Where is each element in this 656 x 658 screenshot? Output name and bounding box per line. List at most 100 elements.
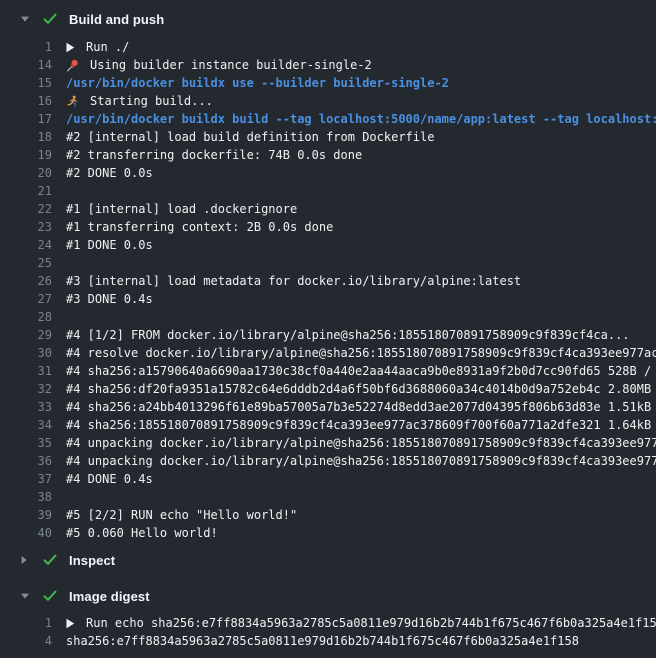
play-icon bbox=[66, 618, 75, 629]
line-number[interactable]: 29 bbox=[0, 328, 52, 342]
line-number[interactable]: 19 bbox=[0, 148, 52, 162]
log-line: 29 #4 [1/2] FROM docker.io/library/alpine… bbox=[0, 326, 656, 344]
log-viewer: Build and push1Run ./14Using builder ins… bbox=[0, 0, 656, 658]
line-number[interactable]: 25 bbox=[0, 256, 52, 270]
log-line: 23 #1 transferring context: 2B 0.0s done bbox=[0, 218, 656, 236]
log-line: 21 bbox=[0, 182, 656, 200]
log-line: 26 #3 [internal] load metadata for docker… bbox=[0, 272, 656, 290]
line-number[interactable]: 16 bbox=[0, 94, 52, 108]
line-text-content: #4 unpacking docker.io/library/alpine@sh… bbox=[66, 436, 656, 450]
line-text: /usr/bin/docker buildx use --builder bui… bbox=[66, 76, 656, 90]
log-line: 18#2 [internal] load build definition fr… bbox=[0, 128, 656, 146]
log-line: 35 #4 unpacking docker.io/library/alpine@… bbox=[0, 434, 656, 452]
section-title: Inspect bbox=[69, 553, 115, 568]
log-line: 19 #2 transferring dockerfile: 74B 0.0s d… bbox=[0, 146, 656, 164]
line-text-content: #4 sha256:df20fa9351a15782c64e6dddb2d4a6… bbox=[66, 382, 656, 396]
line-text: sha256:e7ff8834a5963a2785c5a0811e979d16b… bbox=[66, 634, 656, 648]
log-line: 1 Run ./ bbox=[0, 38, 656, 56]
line-number[interactable]: 1 bbox=[0, 40, 52, 54]
line-text: #4 [1/2] FROM docker.io/library/alpine@s… bbox=[66, 328, 656, 342]
line-number[interactable]: 28 bbox=[0, 310, 52, 324]
line-text-content: #1 transferring context: 2B 0.0s done bbox=[66, 220, 333, 234]
line-text-content: #3 [internal] load metadata for docker.i… bbox=[66, 274, 521, 288]
line-number[interactable]: 17 bbox=[0, 112, 52, 126]
line-text-content: #5 [2/2] RUN echo "Hello world!" bbox=[66, 508, 297, 522]
line-number[interactable]: 39 bbox=[0, 508, 52, 522]
line-text: #2 DONE 0.0s bbox=[66, 166, 656, 180]
line-text-content: sha256:e7ff8834a5963a2785c5a0811e979d16b… bbox=[66, 634, 579, 648]
log-line: 4 sha256:e7ff8834a5963a2785c5a0811e979d16… bbox=[0, 632, 656, 650]
line-number[interactable]: 14 bbox=[0, 58, 52, 72]
line-text: Run echo sha256:e7ff8834a5963a2785c5a081… bbox=[66, 616, 656, 630]
line-text-content: #1 DONE 0.0s bbox=[66, 238, 153, 252]
line-text-content: Run echo sha256:e7ff8834a5963a2785c5a081… bbox=[86, 616, 656, 630]
line-number[interactable]: 22 bbox=[0, 202, 52, 216]
log-line: 36#4 unpacking docker.io/library/alpine@… bbox=[0, 452, 656, 470]
check-icon bbox=[43, 13, 57, 25]
log-line: 30 #4 resolve docker.io/library/alpine@sh… bbox=[0, 344, 656, 362]
line-text: #3 DONE 0.4s bbox=[66, 292, 656, 306]
line-text: Starting build... bbox=[66, 94, 656, 108]
line-number[interactable]: 35 bbox=[0, 436, 52, 450]
line-text-content: #4 sha256:185518070891758909c9f839cf4ca3… bbox=[66, 418, 656, 432]
line-number[interactable]: 23 bbox=[0, 220, 52, 234]
line-number[interactable]: 20 bbox=[0, 166, 52, 180]
log-line: 28 bbox=[0, 308, 656, 326]
log-line: 33 #4 sha256:a24bb4013296f61e89ba57005a7b… bbox=[0, 398, 656, 416]
line-number[interactable]: 27 bbox=[0, 292, 52, 306]
line-number[interactable]: 36 bbox=[0, 454, 52, 468]
chevron-down-icon bbox=[20, 592, 30, 600]
chevron-down-icon[interactable] bbox=[20, 15, 30, 23]
line-number[interactable]: 34 bbox=[0, 418, 52, 432]
section-header-inspect[interactable]: Inspect bbox=[0, 542, 656, 578]
line-text-content: #4 sha256:a15790640a6690aa1730c38cf0a440… bbox=[66, 364, 656, 378]
line-text-content: #2 DONE 0.0s bbox=[66, 166, 153, 180]
pushpin-emoji bbox=[66, 59, 79, 72]
line-number[interactable]: 40 bbox=[0, 526, 52, 540]
log-line: 32 #4 sha256:df20fa9351a15782c64e6dddb2d4… bbox=[0, 380, 656, 398]
line-number[interactable]: 24 bbox=[0, 238, 52, 252]
line-text-content: #4 sha256:a24bb4013296f61e89ba57005a7b3e… bbox=[66, 400, 656, 414]
line-number[interactable]: 21 bbox=[0, 184, 52, 198]
line-number[interactable]: 30 bbox=[0, 346, 52, 360]
log-line: 27 #3 DONE 0.4s bbox=[0, 290, 656, 308]
line-number[interactable]: 15 bbox=[0, 76, 52, 90]
line-text: Using builder instance builder-single-2 bbox=[66, 58, 656, 72]
log-line: 38 bbox=[0, 488, 656, 506]
section-header-image-digest[interactable]: Image digest bbox=[0, 578, 656, 614]
line-number[interactable]: 32 bbox=[0, 382, 52, 396]
line-text: #5 0.060 Hello world! bbox=[66, 526, 656, 540]
line-number[interactable]: 31 bbox=[0, 364, 52, 378]
line-text: #4 unpacking docker.io/library/alpine@sh… bbox=[66, 436, 656, 450]
line-text-content: Using builder instance builder-single-2 bbox=[90, 58, 372, 72]
line-number[interactable]: 1 bbox=[0, 616, 52, 630]
line-number[interactable]: 38 bbox=[0, 490, 52, 504]
line-text: #4 DONE 0.4s bbox=[66, 472, 656, 486]
line-text-content: Starting build... bbox=[90, 94, 213, 108]
line-text-content: #4 DONE 0.4s bbox=[66, 472, 153, 486]
log-line: 34 #4 sha256:185518070891758909c9f839cf4c… bbox=[0, 416, 656, 434]
chevron-right-icon[interactable] bbox=[20, 555, 30, 565]
line-text-content: #4 resolve docker.io/library/alpine@sha2… bbox=[66, 346, 656, 360]
line-number[interactable]: 37 bbox=[0, 472, 52, 486]
line-number[interactable]: 18 bbox=[0, 130, 52, 144]
log-line: 17/usr/bin/docker buildx build --tag loc… bbox=[0, 110, 656, 128]
line-text: Run ./ bbox=[66, 40, 656, 54]
line-text: #4 sha256:df20fa9351a15782c64e6dddb2d4a6… bbox=[66, 382, 656, 396]
log-line: 40 #5 0.060 Hello world! bbox=[0, 524, 656, 542]
chevron-right-icon bbox=[20, 555, 28, 565]
line-text-content: #1 [internal] load .dockerignore bbox=[66, 202, 297, 216]
log-line: 15/usr/bin/docker buildx use --builder b… bbox=[0, 74, 656, 92]
section-header-build-and-push[interactable]: Build and push bbox=[0, 0, 656, 38]
line-text: #2 transferring dockerfile: 74B 0.0s don… bbox=[66, 148, 656, 162]
line-number[interactable]: 26 bbox=[0, 274, 52, 288]
line-text: #1 DONE 0.0s bbox=[66, 238, 656, 252]
check-icon bbox=[43, 554, 57, 566]
log-line: 24 #1 DONE 0.0s bbox=[0, 236, 656, 254]
line-number[interactable]: 4 bbox=[0, 634, 52, 648]
line-text: #1 [internal] load .dockerignore bbox=[66, 202, 656, 216]
line-number[interactable]: 33 bbox=[0, 400, 52, 414]
section-build-and-push: Build and push 1 Run ./ 14 Using builder ins… bbox=[0, 0, 656, 542]
chevron-down-icon[interactable] bbox=[20, 592, 30, 600]
log-line: 1 Run echo sha256:e7ff8834a5963a2785c5a08… bbox=[0, 614, 656, 632]
